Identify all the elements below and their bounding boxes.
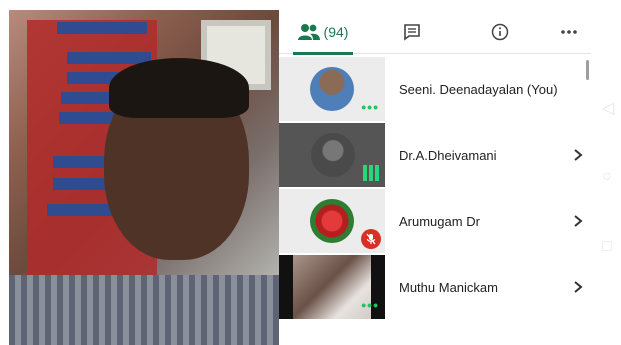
- person-shirt: [9, 275, 279, 345]
- person-hair: [109, 58, 249, 118]
- mic-off-icon: [361, 229, 381, 249]
- video-call-screen: (94) ••• Seeni. Deenadayalan (You) Dr.A.…: [0, 0, 621, 345]
- avatar: [311, 133, 355, 177]
- main-video[interactable]: [9, 10, 279, 345]
- participant-row[interactable]: ••• Muthu Manickam: [279, 255, 591, 319]
- people-icon: [297, 24, 320, 40]
- more-dots-icon: •••: [361, 99, 379, 115]
- home-nav-icon: ○: [602, 168, 612, 185]
- speaking-icon: [363, 165, 379, 181]
- tab-more[interactable]: [549, 10, 589, 54]
- active-tab-indicator: [293, 52, 353, 55]
- avatar: [310, 199, 354, 243]
- participant-thumbnail: [279, 189, 385, 253]
- chevron-right-icon[interactable]: [573, 123, 583, 187]
- participant-thumbnail: •••: [279, 255, 385, 319]
- back-nav-icon: ◁: [602, 100, 615, 117]
- avatar: [310, 67, 354, 111]
- participant-row[interactable]: ••• Seeni. Deenadayalan (You): [279, 57, 591, 121]
- more-dots-icon: •••: [361, 297, 379, 313]
- tab-info[interactable]: [480, 10, 520, 54]
- participants-panel: (94) ••• Seeni. Deenadayalan (You) Dr.A.…: [279, 10, 621, 345]
- chevron-right-icon[interactable]: [573, 189, 583, 253]
- participant-name: Seeni. Deenadayalan (You): [399, 81, 558, 97]
- chevron-right-icon[interactable]: [573, 255, 583, 319]
- recents-nav-icon: □: [602, 238, 612, 255]
- participant-thumbnail: •••: [279, 57, 385, 121]
- info-icon: [491, 23, 509, 41]
- chat-icon: [404, 24, 420, 41]
- participant-name: Dr.A.Dheivamani: [399, 147, 497, 163]
- panel-tabs: (94): [279, 10, 591, 55]
- sign-plate: [67, 52, 151, 64]
- sign-plate: [57, 22, 147, 34]
- tab-chat[interactable]: [392, 10, 432, 54]
- participant-name: Arumugam Dr: [399, 213, 480, 229]
- participant-row[interactable]: Arumugam Dr: [279, 189, 591, 253]
- participant-count: (94): [323, 24, 349, 40]
- participant-name: Muthu Manickam: [399, 279, 498, 295]
- participant-row[interactable]: Dr.A.Dheivamani: [279, 123, 591, 187]
- tab-people[interactable]: (94): [293, 10, 353, 55]
- more-icon: [561, 30, 577, 34]
- participant-thumbnail: [279, 123, 385, 187]
